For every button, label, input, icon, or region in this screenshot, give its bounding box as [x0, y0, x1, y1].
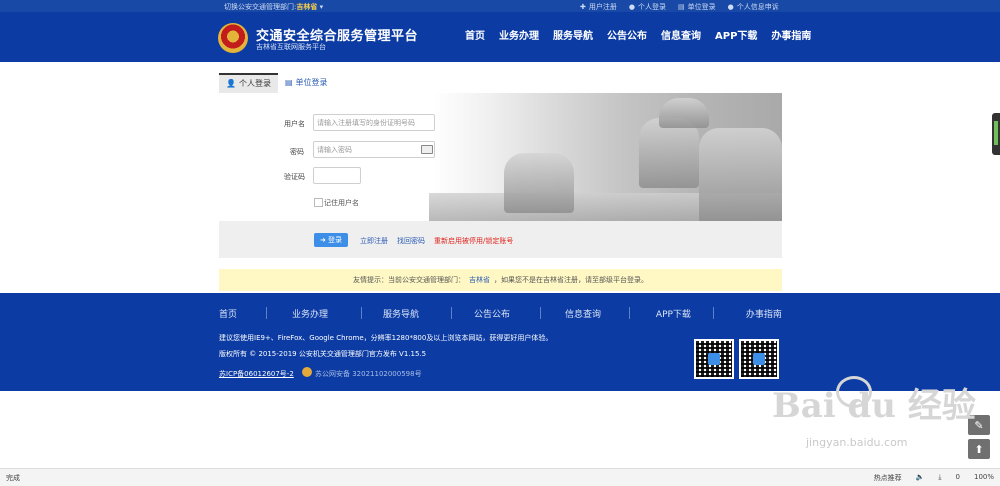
zoom-level[interactable]: 100%	[974, 473, 994, 483]
footer-divider	[629, 307, 630, 319]
captcha-label: 验证码	[284, 173, 305, 181]
department-switcher[interactable]: 切换公安交通管理部门:吉林省 ▾	[224, 2, 323, 12]
police-badge-icon	[302, 367, 312, 377]
nav-business[interactable]: 业务办理	[499, 27, 539, 42]
back-to-top-button[interactable]: ⬆	[968, 439, 990, 459]
browser-note: 建议您使用IE9+、FireFox、Google Chrome，分辨率1280*…	[219, 334, 553, 342]
top-link-appeal[interactable]: ● 个人信息申诉	[728, 2, 779, 12]
footer-nav-app-download[interactable]: APP下载	[656, 307, 691, 320]
baidu-watermark-url: jingyan.baidu.com	[806, 436, 908, 449]
top-link-personal-login[interactable]: ● 个人登录	[629, 2, 666, 12]
username-label: 用户名	[284, 120, 305, 128]
remember-label: 记住用户名	[324, 199, 359, 207]
download-icon[interactable]: ⤓	[938, 473, 941, 483]
doc-icon: ▤	[284, 78, 293, 87]
nav-guide[interactable]: 办事指南	[771, 27, 811, 42]
remember-checkbox[interactable]	[314, 198, 323, 207]
login-tabs: 👤 个人登录 ▤ 单位登录	[219, 73, 782, 94]
nav-service-guide[interactable]: 服务导航	[553, 27, 593, 42]
keyboard-icon[interactable]	[421, 145, 433, 154]
switch-prefix: 切换公安交通管理部门:	[224, 3, 297, 11]
login-button[interactable]: ➜ 登录	[314, 233, 348, 247]
login-arrow-icon: ➜	[319, 236, 326, 244]
footer-nav-home[interactable]: 首页	[219, 307, 237, 320]
switch-value[interactable]: 吉林省	[296, 3, 317, 11]
footer-divider	[451, 307, 452, 319]
site-header: 交通安全综合服务管理平台 吉林省互联网服务平台 首页 业务办理 服务导航 公告公…	[0, 12, 1000, 62]
police-record[interactable]: 苏公网安备 32021102000598号	[315, 369, 422, 379]
police-emblem-icon	[218, 23, 248, 53]
captcha-input[interactable]	[313, 167, 361, 184]
footer-divider	[540, 307, 541, 319]
username-input[interactable]	[313, 114, 435, 131]
footer-nav-business[interactable]: 业务办理	[292, 307, 328, 320]
status-text: 完成	[6, 474, 20, 482]
footer-nav-info-query[interactable]: 信息查询	[565, 307, 601, 320]
tip-bar: 友情提示：当前公安交通管理部门： 吉林省 ，如果您不是在吉林省注册，请至部级平台登录…	[219, 269, 782, 291]
top-link-register[interactable]: ✚ 用户注册	[580, 2, 617, 12]
side-panel-handle[interactable]	[992, 113, 1000, 155]
car-shape	[659, 98, 709, 128]
tab-personal-login[interactable]: 👤 个人登录	[219, 73, 278, 93]
copyright: 版权所有 © 2015-2019 公安机关交通管理部门官方发布 V1.15.5	[219, 350, 427, 358]
tab-unit-login[interactable]: ▤ 单位登录	[278, 73, 335, 93]
reactivate-account-link[interactable]: 重新启用被停用/锁定账号	[434, 236, 513, 246]
main-nav: 首页 业务办理 服务导航 公告公布 信息查询 APP下载 办事指南	[465, 27, 825, 42]
register-link[interactable]: 立即注册	[360, 236, 388, 246]
footer-divider	[713, 307, 714, 319]
user-icon: ●	[628, 3, 635, 11]
footer-nav: 首页 业务办理 服务导航 公告公布 信息查询 APP下载 办事指南	[219, 307, 782, 320]
retrieve-password-link[interactable]: 找回密码	[397, 236, 425, 246]
nav-info-query[interactable]: 信息查询	[661, 27, 701, 42]
site-subtitle: 吉林省互联网服务平台	[256, 43, 326, 51]
password-input[interactable]	[313, 141, 435, 158]
browser-status-bar: 完成 热点推荐 🔈 ⤓ 0 100%	[0, 468, 1000, 486]
arrow-up-icon: ⬆	[974, 442, 984, 456]
car-shape	[504, 153, 574, 213]
qr-code-icon	[739, 339, 779, 379]
footer-nav-announcements[interactable]: 公告公布	[474, 307, 510, 320]
doc-icon: ▤	[677, 3, 685, 11]
user-icon: ●	[727, 3, 734, 11]
car-shape	[639, 118, 699, 188]
top-link-unit-login[interactable]: ▤ 单位登录	[678, 2, 716, 12]
footer-divider	[361, 307, 362, 319]
top-links: ✚ 用户注册 ● 个人登录 ▤ 单位登录 ● 个人信息申诉	[580, 2, 791, 12]
top-utility-bar: 切换公安交通管理部门:吉林省 ▾ ✚ 用户注册 ● 个人登录 ▤ 单位登录 ● 个人信息…	[0, 0, 1000, 12]
car-shape	[699, 128, 782, 223]
icp-link[interactable]: 苏ICP备06012607号-2	[219, 369, 294, 379]
hot-recommend[interactable]: 热点推荐	[874, 473, 902, 483]
footer-nav-guide[interactable]: 办事指南	[746, 307, 782, 320]
footer-nav-service-guide[interactable]: 服务导航	[383, 307, 419, 320]
password-label: 密码	[290, 148, 304, 156]
tip-dept[interactable]: 吉林省	[469, 275, 490, 285]
footer-divider	[266, 307, 267, 319]
user-icon: 👤	[226, 79, 236, 88]
baidu-watermark: Bai du 经验	[772, 386, 976, 426]
nav-announcements[interactable]: 公告公布	[607, 27, 647, 42]
badge-count[interactable]: 0	[956, 473, 960, 483]
nav-home[interactable]: 首页	[465, 27, 485, 42]
qr-code-icon	[694, 339, 734, 379]
plus-icon: ✚	[580, 3, 586, 11]
speaker-icon[interactable]: 🔈	[916, 473, 925, 483]
nav-app-download[interactable]: APP下载	[715, 27, 757, 42]
status-right: 热点推荐 🔈 ⤓ 0 100%	[860, 473, 994, 483]
